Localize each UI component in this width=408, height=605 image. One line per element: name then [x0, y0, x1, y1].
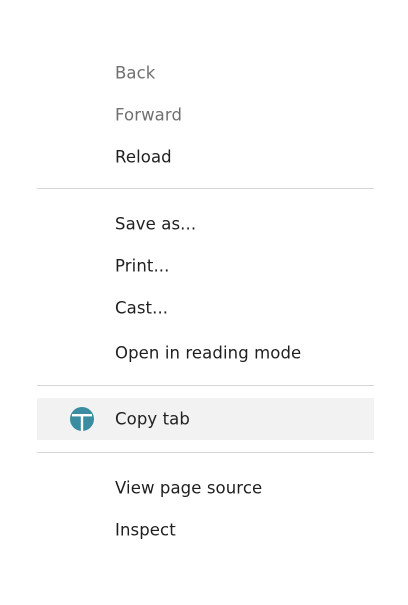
menu-item-cast[interactable]: Cast...	[37, 287, 374, 329]
menu-item-label: Back	[115, 63, 156, 83]
menu-item-label: Forward	[115, 105, 183, 125]
menu-separator	[37, 452, 374, 453]
menu-item-label: Cast...	[115, 298, 169, 318]
menu-item-back[interactable]: Back	[37, 52, 374, 94]
menu-item-label: Print...	[115, 256, 170, 276]
menu-separator	[37, 385, 374, 386]
menu-item-print[interactable]: Print...	[37, 245, 374, 287]
menu-item-inspect[interactable]: Inspect	[37, 509, 374, 551]
menu-item-label: View page source	[115, 478, 263, 498]
menu-item-view-page-source[interactable]: View page source	[37, 467, 374, 509]
context-menu: Back Forward Reload Save as... Print... …	[0, 0, 408, 605]
menu-item-copy-tab[interactable]: Copy tab	[37, 398, 374, 440]
menu-item-label: Inspect	[115, 520, 176, 540]
menu-item-save-as[interactable]: Save as...	[37, 203, 374, 245]
menu-item-label: Copy tab	[115, 409, 190, 429]
menu-item-reload[interactable]: Reload	[37, 136, 374, 178]
menu-item-label: Reload	[115, 147, 172, 167]
menu-item-forward[interactable]: Forward	[37, 94, 374, 136]
menu-separator	[37, 188, 374, 189]
menu-item-label: Save as...	[115, 214, 197, 234]
menu-item-label: Open in reading mode	[115, 343, 302, 363]
menu-item-open-in-reading-mode[interactable]: Open in reading mode	[37, 332, 374, 374]
copy-tab-extension-icon	[69, 406, 95, 432]
